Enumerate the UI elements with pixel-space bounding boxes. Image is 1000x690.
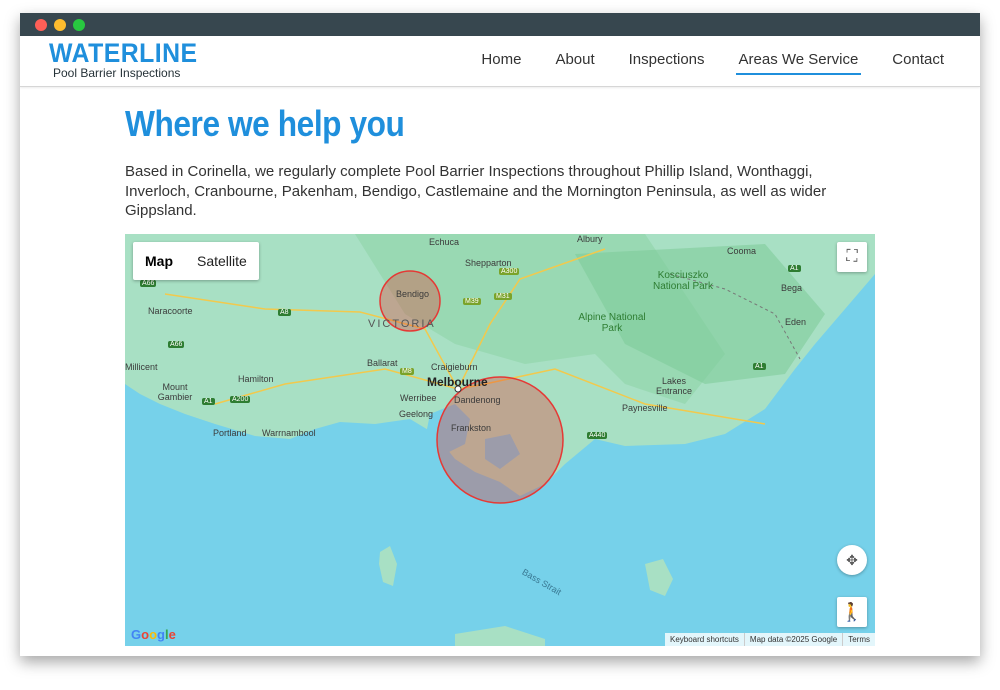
road-shield: A440 [587, 432, 608, 439]
map-label-cooma[interactable]: Cooma [727, 246, 756, 256]
road-shield: A200 [230, 396, 251, 403]
road-shield: A1 [788, 265, 801, 272]
map-label-craigieburn[interactable]: Craigieburn [431, 362, 478, 372]
map-label-portland[interactable]: Portland [213, 428, 247, 438]
map-label-bega[interactable]: Bega [781, 283, 802, 293]
maximize-window-button[interactable] [73, 19, 85, 31]
map-label-lakes-entrance[interactable]: Lakes Entrance [650, 376, 698, 396]
close-window-button[interactable] [35, 19, 47, 31]
flinders-island [645, 559, 673, 596]
google-logo[interactable]: Google [131, 627, 176, 642]
map-label-hamilton[interactable]: Hamilton [238, 374, 274, 384]
map-label-mount-gambier[interactable]: Mount Gambier [155, 382, 195, 402]
map-label-frankston[interactable]: Frankston [451, 423, 491, 433]
site-header: WATERLINE Pool Barrier Inspections Home … [20, 36, 980, 87]
map-type-satellite-button[interactable]: Satellite [185, 242, 259, 280]
minimize-window-button[interactable] [54, 19, 66, 31]
logo-tagline: Pool Barrier Inspections [53, 66, 181, 80]
page-title: Where we help you [125, 103, 405, 144]
map-label-kosciuszko[interactable]: Kosciuszko National Park [648, 270, 718, 292]
road-shield: A1 [753, 363, 766, 370]
browser-window: WATERLINE Pool Barrier Inspections Home … [20, 13, 980, 656]
map-label-paynesville[interactable]: Paynesville [622, 403, 668, 413]
map-label-shepparton[interactable]: Shepparton [465, 258, 512, 268]
map-label-geelong[interactable]: Geelong [399, 409, 433, 419]
road-shield: M31 [494, 293, 512, 300]
road-shield: M8 [400, 368, 414, 375]
map-label-werribee[interactable]: Werribee [400, 393, 436, 403]
camera-control-button[interactable]: ✥ [837, 545, 867, 575]
map-label-eden[interactable]: Eden [785, 317, 806, 327]
pegman-icon: 🚶 [840, 601, 864, 622]
fullscreen-icon: ⛶ [846, 248, 858, 265]
map-type-control: Map Satellite [133, 242, 259, 280]
road-shield: M39 [463, 298, 481, 305]
service-area-map[interactable]: VICTORIA Melbourne Bendigo Frankston Dan… [125, 234, 875, 646]
nav-about[interactable]: About [552, 51, 597, 75]
terms-link[interactable]: Terms [842, 633, 875, 646]
move-arrows-icon: ✥ [846, 551, 858, 568]
map-label-millicent[interactable]: Millicent [125, 362, 158, 372]
map-label-albury[interactable]: Albury [577, 234, 603, 244]
map-attribution: Keyboard shortcuts Map data ©2025 Google… [664, 633, 875, 646]
road-shield: A300 [499, 268, 520, 275]
map-type-map-button[interactable]: Map [133, 242, 185, 280]
tasmania-top [455, 626, 545, 646]
road-shield: A8 [278, 309, 291, 316]
browser-chrome [20, 13, 980, 36]
king-island [379, 546, 397, 586]
map-data-credit: Map data ©2025 Google [743, 633, 842, 646]
nav-contact[interactable]: Contact [889, 51, 947, 75]
map-label-echuca[interactable]: Echuca [429, 237, 459, 247]
map-label-naracoorte[interactable]: Naracoorte [148, 306, 193, 316]
road-shield: A1 [202, 398, 215, 405]
map-label-melbourne[interactable]: Melbourne [427, 375, 488, 389]
road-shield: A66 [168, 341, 185, 348]
street-view-pegman[interactable]: 🚶 [837, 597, 867, 627]
nav-home[interactable]: Home [478, 51, 524, 75]
map-label-alpine[interactable]: Alpine National Park [577, 312, 647, 334]
road-shield: A66 [140, 280, 157, 287]
fullscreen-button[interactable]: ⛶ [837, 242, 867, 272]
nav-inspections[interactable]: Inspections [626, 51, 708, 75]
map-label-dandenong[interactable]: Dandenong [454, 395, 501, 405]
map-label-victoria: VICTORIA [368, 318, 436, 330]
main-nav: Home About Inspections Areas We Service … [478, 51, 947, 75]
nav-areas-we-service[interactable]: Areas We Service [735, 51, 862, 75]
logo-wordmark[interactable]: WATERLINE [49, 38, 198, 69]
map-label-ballarat[interactable]: Ballarat [367, 358, 398, 368]
map-label-bendigo[interactable]: Bendigo [396, 289, 429, 299]
intro-paragraph: Based in Corinella, we regularly complet… [125, 163, 827, 219]
map-label-warrnambool[interactable]: Warrnambool [262, 428, 316, 438]
keyboard-shortcuts-link[interactable]: Keyboard shortcuts [665, 633, 744, 646]
